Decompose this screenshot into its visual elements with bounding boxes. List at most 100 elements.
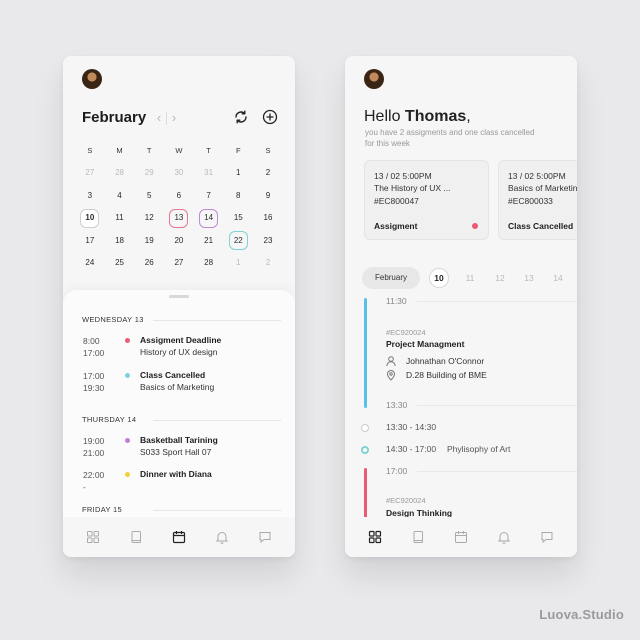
calendar-day[interactable]: 20 — [164, 232, 194, 250]
day-number: 14 — [204, 213, 214, 223]
day-number: 1 — [236, 258, 241, 268]
calendar-day[interactable]: 29 — [134, 164, 164, 182]
calendar-day[interactable]: 1 — [223, 254, 253, 272]
event-dot — [125, 338, 130, 343]
calendar-day[interactable]: 12 — [134, 209, 164, 227]
user-avatar[interactable] — [364, 69, 384, 89]
calendar-day[interactable]: 1 — [223, 164, 253, 182]
calendar-icon[interactable] — [172, 530, 186, 544]
sheet-handle[interactable] — [169, 295, 189, 298]
nav-divider — [166, 112, 167, 125]
calendar-week: 17 18 19 20 21 22 23 — [75, 230, 283, 253]
calendar-day[interactable]: 6 — [164, 187, 194, 205]
add-icon[interactable] — [262, 109, 278, 125]
divider — [153, 420, 281, 421]
tab-bar — [345, 517, 577, 557]
class-card[interactable]: 13 / 02 5:00PM Basics of Marketing #EC80… — [498, 160, 577, 240]
event-end: 19:30 — [83, 383, 105, 393]
calendar-day[interactable]: 24 — [75, 254, 105, 272]
calendar-day[interactable]: 8 — [223, 187, 253, 205]
month-selector[interactable]: February — [362, 267, 420, 289]
event-dot — [125, 438, 130, 443]
calendar-day[interactable]: 30 — [164, 164, 194, 182]
day-number: 8 — [236, 190, 241, 200]
book-icon[interactable] — [411, 530, 425, 544]
chevron-right-icon[interactable]: › — [169, 110, 179, 125]
event-end: 21:00 — [83, 448, 105, 458]
assignment-card[interactable]: 13 / 02 5:00PM The History of UX ... #EC… — [364, 160, 489, 240]
day-number: 27 — [174, 258, 184, 268]
day-number: 10 — [85, 213, 95, 223]
day-header-fri: FRIDAY 15 — [82, 505, 122, 514]
day-number: 12 — [144, 213, 154, 223]
calendar-day[interactable]: 23 — [253, 232, 283, 250]
calendar-day[interactable]: 27 — [75, 164, 105, 182]
grid-icon[interactable] — [86, 530, 100, 544]
calendar-week: 3 4 5 6 7 8 9 — [75, 185, 283, 208]
greeting-comma: , — [466, 108, 471, 125]
calendar-day[interactable]: 2 — [253, 164, 283, 182]
calendar-day[interactable]: 7 — [194, 187, 224, 205]
calendar-day[interactable]: 28 — [194, 254, 224, 272]
day-selector[interactable]: 12 — [490, 268, 510, 288]
calendar-day[interactable]: 14 — [194, 208, 224, 228]
calendar-day[interactable]: 25 — [105, 254, 135, 272]
day-number: 11 — [115, 213, 124, 223]
card-title: Basics of Marketing — [508, 183, 577, 193]
calendar-day[interactable]: 3 — [75, 187, 105, 205]
calendar-day[interactable]: 31 — [194, 164, 224, 182]
calendar-day[interactable]: 13 — [164, 208, 194, 228]
calendar-icon[interactable] — [454, 530, 468, 544]
calendar-day[interactable]: 5 — [134, 187, 164, 205]
event-subtitle: History of UX design — [140, 347, 218, 357]
day-number: 1 — [236, 168, 241, 178]
day-number: 13 — [174, 213, 184, 223]
book-icon[interactable] — [129, 530, 143, 544]
calendar-day[interactable]: 11 — [105, 209, 135, 227]
day-selector[interactable]: 10 — [429, 268, 449, 288]
bell-icon[interactable] — [497, 530, 511, 544]
free-slot[interactable]: 13:30 - 14:30 — [386, 422, 436, 432]
dashboard-screen: Hello Thomas, you have 2 assigments and … — [345, 56, 577, 557]
grid-icon[interactable] — [368, 530, 382, 544]
card-date: 13 / 02 5:00PM — [374, 171, 432, 181]
calendar-day[interactable]: 15 — [223, 209, 253, 227]
sync-icon[interactable] — [233, 109, 249, 125]
calendar-day[interactable]: 22 — [223, 231, 253, 251]
calendar-day[interactable]: 4 — [105, 187, 135, 205]
divider — [153, 320, 281, 321]
calendar-day[interactable]: 18 — [105, 232, 135, 250]
calendar-day[interactable]: 17 — [75, 232, 105, 250]
event-start: 17:00 — [83, 371, 105, 381]
bell-icon[interactable] — [215, 530, 229, 544]
day-number: 25 — [115, 258, 124, 268]
calendar-day[interactable]: 2 — [253, 254, 283, 272]
event-subtitle: S033 Sport Hall 07 — [140, 447, 212, 457]
card-status-dot — [472, 223, 478, 229]
calendar-day[interactable]: 19 — [134, 232, 164, 250]
day-number: 4 — [117, 190, 122, 200]
calendar-day[interactable]: 9 — [253, 187, 283, 205]
day-number: 30 — [174, 168, 184, 178]
chat-icon[interactable] — [540, 530, 554, 544]
calendar-day[interactable]: 21 — [194, 232, 224, 250]
day-number: 21 — [204, 235, 214, 245]
chat-icon[interactable] — [258, 530, 272, 544]
day-selector[interactable]: 13 — [519, 268, 539, 288]
event-start: 19:00 — [83, 436, 105, 446]
user-name: Thomas — [404, 108, 467, 125]
person-icon — [386, 356, 396, 367]
calendar-day[interactable]: 16 — [253, 209, 283, 227]
calendar-day[interactable]: 28 — [105, 164, 135, 182]
day-number: 28 — [204, 258, 214, 268]
calendar-day[interactable]: 26 — [134, 254, 164, 272]
calendar-day[interactable]: 27 — [164, 254, 194, 272]
chevron-left-icon[interactable]: ‹ — [154, 110, 164, 125]
day-selector[interactable]: 14 — [548, 268, 568, 288]
weekday-header: SMTWTFS — [75, 140, 283, 162]
event-end: 17:00 — [83, 348, 105, 358]
slot-name[interactable]: Phylisophy of Art — [447, 444, 510, 454]
day-selector[interactable]: 11 — [460, 268, 480, 288]
user-avatar[interactable] — [82, 69, 102, 89]
calendar-day[interactable]: 10 — [75, 208, 105, 228]
